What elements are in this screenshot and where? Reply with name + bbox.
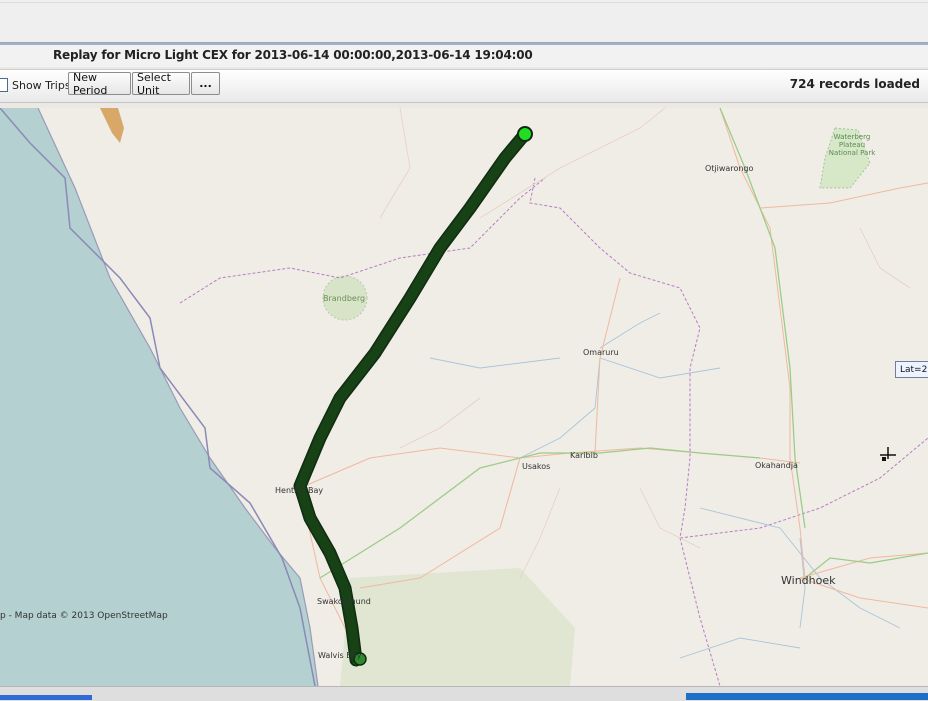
crosshair-cursor-icon <box>880 447 896 461</box>
place-okahandja: Okahandja <box>755 461 798 470</box>
coordinate-tooltip: Lat=2 <box>895 361 928 378</box>
place-karibib: Karibib <box>570 451 598 460</box>
records-status: 724 records loaded <box>789 77 920 91</box>
place-henties-bay: Henties Bay <box>275 486 324 495</box>
map-attribution: p - Map data © 2013 OpenStreetMap <box>0 611 168 621</box>
map-canvas[interactable] <box>0 108 928 686</box>
boundary-north <box>179 177 546 304</box>
sea-area <box>0 108 318 686</box>
replay-title: Replay for Micro Light CEX for 2013-06-1… <box>53 48 533 62</box>
show-trips-toggle[interactable]: Show Trips <box>0 75 71 95</box>
track-start-marker <box>517 126 533 142</box>
dune-feature <box>100 108 124 143</box>
place-swakopmund: Swakopmund <box>317 597 371 606</box>
show-trips-label: Show Trips <box>12 78 71 92</box>
new-period-button[interactable]: New Period <box>68 71 131 97</box>
taskbar-start-area[interactable] <box>0 695 92 700</box>
boundary-east <box>529 177 721 686</box>
taskbar-tray[interactable] <box>686 693 928 700</box>
place-otjiwarongo: Otjiwarongo <box>705 164 754 173</box>
more-options-button[interactable]: ... <box>191 72 220 95</box>
map-view[interactable]: Otjiwarongo Brandberg Omaruru Usakos Kar… <box>0 108 928 686</box>
place-brandberg: Brandberg <box>323 294 366 303</box>
select-unit-button[interactable]: Select Unit <box>132 71 190 97</box>
place-windhoek: Windhoek <box>781 574 836 587</box>
place-omaruru: Omaruru <box>583 348 619 357</box>
window-top-strip <box>0 0 928 43</box>
show-trips-checkbox[interactable] <box>0 78 8 92</box>
place-usakos: Usakos <box>522 462 551 471</box>
place-walvis-bay: Walvis Bay <box>318 651 362 660</box>
waterberg-park-label: Waterberg Plateau National Park <box>828 133 876 157</box>
